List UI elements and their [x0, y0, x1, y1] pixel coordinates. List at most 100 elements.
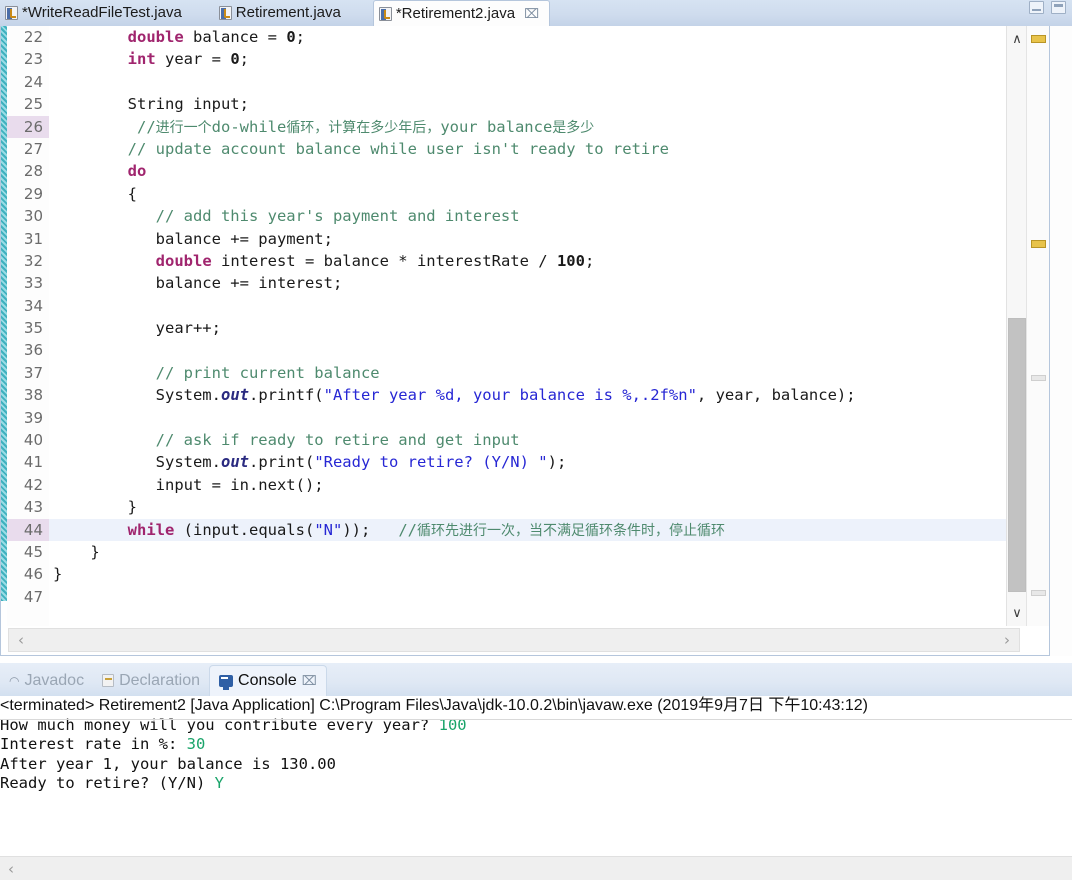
line-number: 26	[7, 115, 49, 138]
line-number-label: 37	[23, 363, 43, 382]
close-icon[interactable]: ⌧	[524, 6, 539, 22]
code-line[interactable]: // update account balance while user isn…	[49, 138, 1035, 160]
code-line[interactable]: }	[49, 496, 1035, 518]
code-line[interactable]: balance += payment;	[49, 228, 1035, 250]
line-number: 23	[7, 48, 49, 70]
close-icon[interactable]: ⌧	[302, 673, 317, 689]
line-number: 24	[7, 71, 49, 93]
occurrence-marker-icon[interactable]	[1031, 590, 1046, 596]
code-token: }	[53, 498, 137, 517]
line-number-label: 27	[23, 139, 43, 158]
scroll-down-arrow[interactable]: ∨	[1007, 602, 1027, 624]
line-number: 34	[7, 295, 49, 317]
code-line[interactable]: System.out.print("Ready to retire? (Y/N)…	[49, 451, 1035, 473]
java-file-icon	[5, 6, 18, 20]
line-number-label: 36	[23, 341, 43, 360]
line-number: 32	[7, 250, 49, 272]
line-number-label: 41	[23, 453, 43, 472]
line-number: 28	[7, 160, 49, 182]
code-token: interest = balance * interestRate /	[211, 251, 557, 270]
code-line[interactable]: balance += interest;	[49, 272, 1035, 294]
code-line[interactable]: String input;	[49, 93, 1035, 115]
source-code-text[interactable]: double balance = 0; int year = 0; String…	[49, 26, 1035, 626]
code-token: your balance	[440, 117, 553, 136]
code-line[interactable]: System.out.printf("After year %d, your b…	[49, 384, 1035, 406]
tab-javadoc[interactable]: ◠ Javadoc	[0, 665, 93, 696]
editor-tab-label: *Retirement2.java	[395, 4, 516, 22]
scroll-left-arrow[interactable]: ‹	[18, 631, 24, 649]
code-line[interactable]	[49, 71, 1035, 93]
code-token: double	[127, 28, 184, 46]
code-line[interactable]: double interest = balance * interestRate…	[49, 250, 1035, 272]
line-number-label: 31	[23, 229, 43, 248]
declaration-icon	[102, 674, 115, 687]
code-token: do-while	[211, 117, 287, 136]
line-number: 46	[7, 563, 49, 585]
editor-vertical-scrollbar[interactable]: ∧ ∨	[1006, 26, 1026, 626]
editor-horizontal-scrollbar[interactable]: ‹ ›	[8, 628, 1020, 652]
code-token: 是多少	[552, 119, 595, 136]
scroll-left-arrow[interactable]: ‹	[8, 860, 14, 878]
console-output-line: After year 1, your balance is 130.00	[0, 755, 1072, 775]
code-line-text: {	[49, 183, 137, 205]
code-line-text: input = in.next();	[49, 474, 324, 496]
code-line[interactable]: year++;	[49, 317, 1035, 339]
scroll-up-arrow[interactable]: ∧	[1007, 28, 1027, 50]
editor-tab-bar: *WriteReadFileTest.java Retirement.java …	[0, 0, 1072, 26]
line-number: 44	[7, 518, 49, 541]
code-line[interactable]: {	[49, 183, 1035, 205]
editor-tab-writereadfiletest[interactable]: *WriteReadFileTest.java	[0, 0, 192, 26]
editor-tab-retirement2[interactable]: *Retirement2.java ⌧	[372, 0, 551, 26]
code-line-text	[49, 339, 53, 361]
scrollbar-thumb[interactable]	[1008, 318, 1026, 592]
scroll-right-arrow[interactable]: ›	[1004, 631, 1010, 649]
console-text: Interest rate in %:	[0, 735, 187, 753]
code-line[interactable]: }	[49, 563, 1035, 585]
code-line[interactable]: //进行一个do-while循环，计算在多少年后，your balance是多少	[49, 116, 1035, 138]
line-number-label: 28	[23, 162, 43, 181]
code-line[interactable]: // add this year's payment and interest	[49, 205, 1035, 227]
console-header-divider	[0, 719, 1072, 720]
occurrence-marker-icon[interactable]	[1031, 375, 1046, 381]
code-line[interactable]: double balance = 0;	[49, 26, 1035, 48]
code-line-text: }	[49, 541, 99, 563]
code-line[interactable]: while (input.equals("N")); //循环先进行一次，当不满…	[49, 518, 1035, 541]
code-line[interactable]	[49, 339, 1035, 361]
line-number-label: 38	[23, 386, 43, 405]
code-line[interactable]: // print current balance	[49, 362, 1035, 384]
editor-area: 22 23 24 25 26 27 28 29 30 31 32 33 34 35 36 37 38 39 40 41…	[0, 26, 1072, 656]
tab-label: Javadoc	[24, 671, 85, 689]
tab-console[interactable]: Console ⌧	[209, 665, 327, 696]
line-number-label: 43	[23, 498, 43, 517]
code-line[interactable]: }	[49, 541, 1035, 563]
code-line[interactable]: input = in.next();	[49, 474, 1035, 496]
line-number: 33	[7, 272, 49, 294]
code-token: }	[53, 565, 63, 584]
tab-label: Console	[238, 672, 297, 689]
window-controls	[1029, 1, 1066, 14]
editor-tab-retirement[interactable]: Retirement.java	[214, 0, 351, 26]
overview-ruler[interactable]	[1026, 26, 1049, 626]
code-line[interactable]	[49, 407, 1035, 429]
code-line[interactable]: int year = 0;	[49, 48, 1035, 70]
line-number: 30	[7, 205, 49, 227]
tab-declaration[interactable]: Declaration	[93, 665, 209, 696]
minimize-icon[interactable]	[1029, 1, 1044, 14]
code-line-text	[49, 71, 53, 93]
console-horizontal-scrollbar[interactable]: ‹	[0, 856, 1072, 880]
warning-marker-icon[interactable]	[1031, 240, 1046, 248]
code-token: //	[398, 520, 417, 539]
code-line[interactable]	[49, 586, 1035, 608]
code-token: 循环先进行一次，当不满足循环条件时，停止循环	[416, 522, 725, 539]
code-line[interactable]: // ask if ready to retire and get input	[49, 429, 1035, 451]
code-token: //	[53, 117, 156, 136]
code-line[interactable]: do	[49, 160, 1035, 182]
warning-marker-icon[interactable]	[1031, 35, 1046, 43]
maximize-icon[interactable]	[1051, 1, 1066, 14]
code-line[interactable]	[49, 295, 1035, 317]
line-number: 25	[7, 93, 49, 115]
console-text: Ready to retire? (Y/N)	[0, 774, 215, 792]
line-number-label: 40	[23, 431, 43, 450]
